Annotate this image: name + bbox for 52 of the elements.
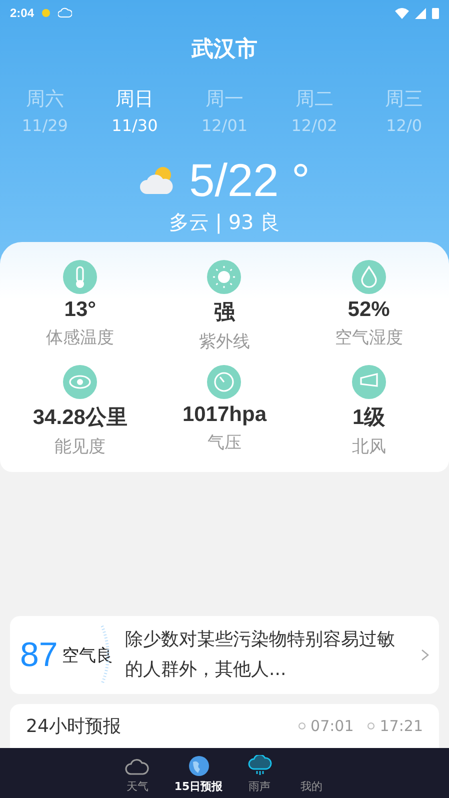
temperature-range: 5/22 ° [189, 153, 310, 207]
detail-value: 52% [348, 298, 390, 322]
detail-value: 1017hpa [182, 403, 267, 427]
nav-tab[interactable]: 我的 [292, 752, 331, 798]
sun-icon [40, 7, 52, 19]
sunset-time: 17:21 [380, 717, 423, 735]
detail-label: 体感温度 [46, 327, 114, 349]
forecast-title: 24小时预报 [26, 715, 122, 738]
nav-tab[interactable]: 雨声 [240, 752, 279, 798]
detail-label: 能见度 [54, 436, 106, 458]
weather-summary: 多云 | 93 良 [168, 209, 280, 236]
date-label: 11/30 [112, 116, 158, 135]
rain-cloud-icon [248, 755, 272, 777]
cloud-icon [58, 7, 72, 19]
chevron-right-icon [421, 649, 429, 661]
detail-label: 空气湿度 [334, 327, 403, 349]
status-time: 2:04 [10, 6, 34, 20]
aqi-description: 除少数对某些污染物特别容易过敏的人群外，其他人... [125, 628, 396, 682]
windsock-icon [352, 365, 386, 399]
nav-tab[interactable]: 15日预报 [170, 752, 227, 798]
date-label: 11/29 [22, 116, 68, 135]
detail-value: 34.28公里 [32, 405, 128, 431]
weekday-label: 周三 [385, 87, 424, 112]
detail-value: 13° [64, 298, 96, 322]
aqi-value: 87 [20, 636, 58, 674]
detail-label: 气压 [207, 432, 242, 454]
detail-value: 强 [214, 300, 235, 326]
detail-value: 1级 [352, 405, 386, 431]
signal-icon [415, 8, 426, 18]
city-title: 武汉市 [192, 36, 258, 64]
detail-label: 北风 [352, 436, 386, 458]
aqi-level: 空气良 [62, 644, 113, 666]
sunset-icon [366, 721, 376, 731]
thermometer-icon [63, 260, 98, 294]
sunrise-time: 07:01 [310, 717, 354, 735]
sun-icon [207, 260, 242, 294]
date-label: 12/0 [386, 116, 422, 135]
weekday-label: 周二 [295, 87, 334, 112]
sunrise-icon [296, 721, 307, 731]
wifi-icon [395, 8, 409, 18]
gauge-icon [207, 365, 242, 399]
detail-label: 紫外线 [198, 331, 250, 353]
water-drop-icon [352, 260, 386, 294]
date-label: 12/02 [291, 116, 338, 135]
nav-tab[interactable]: 天气 [118, 752, 156, 798]
weekday-label: 周六 [26, 87, 64, 112]
battery-icon [432, 7, 439, 19]
date-label: 12/01 [201, 116, 248, 135]
eye-icon [63, 365, 98, 399]
globe-icon [188, 755, 210, 777]
weekday-label: 周日 [116, 87, 154, 112]
weekday-label: 周一 [205, 87, 244, 112]
